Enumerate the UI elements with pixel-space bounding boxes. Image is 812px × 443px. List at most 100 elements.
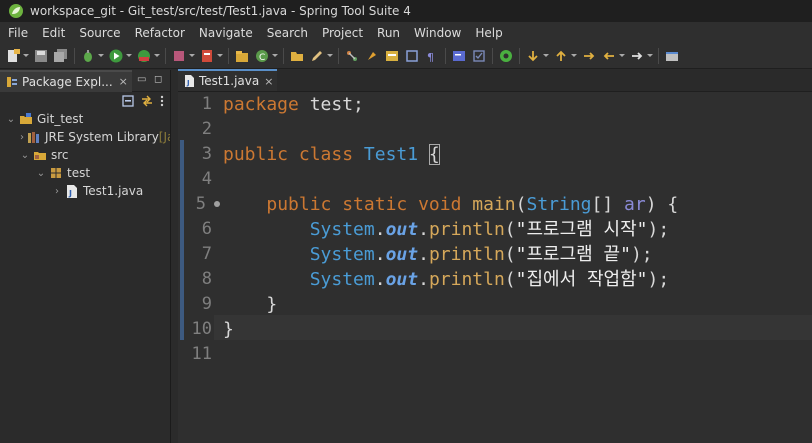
chevron-down-icon[interactable]: ⌄	[20, 150, 30, 161]
pin-icon[interactable]	[364, 48, 380, 64]
menu-navigate[interactable]: Navigate	[195, 26, 263, 40]
code-token: println	[428, 269, 505, 290]
code-token: (	[515, 194, 527, 215]
debug-icon[interactable]	[80, 48, 96, 64]
run-icon[interactable]	[108, 48, 124, 64]
tasks-icon[interactable]	[471, 48, 487, 64]
search-icon[interactable]	[404, 48, 420, 64]
code-token: }	[223, 319, 234, 340]
chevron-right-icon[interactable]: ›	[20, 132, 24, 143]
collapse-all-icon[interactable]	[122, 95, 134, 107]
new-java-project-icon[interactable]	[234, 48, 250, 64]
current-line-highlight	[214, 315, 812, 340]
code-token: (	[504, 244, 516, 265]
coverage-icon[interactable]	[136, 48, 152, 64]
svg-text:C: C	[259, 53, 265, 63]
code-token: package	[223, 94, 299, 115]
back-icon[interactable]	[601, 48, 617, 64]
menu-project[interactable]: Project	[318, 26, 373, 40]
new-class-dropdown-arrow[interactable]	[272, 48, 278, 64]
save-all-icon[interactable]	[53, 48, 69, 64]
tree-item-label: Test1.java	[83, 184, 144, 198]
close-icon[interactable]: ×	[119, 75, 128, 88]
menu-window[interactable]: Window	[410, 26, 471, 40]
menu-file[interactable]: File	[4, 26, 38, 40]
code-token: (	[504, 269, 516, 290]
next-annotation-icon[interactable]	[525, 48, 541, 64]
minimize-icon[interactable]: ▭	[137, 74, 146, 85]
code-token: );	[630, 244, 653, 265]
code-token: out	[385, 219, 419, 240]
close-icon[interactable]: ×	[264, 75, 273, 88]
pencil-dropdown-arrow[interactable]	[327, 48, 333, 64]
toolbar-separator	[165, 47, 166, 64]
forward-dropdown-arrow[interactable]	[647, 48, 653, 64]
chevron-down-icon[interactable]: ⌄	[6, 114, 16, 125]
toolbar-separator	[283, 47, 284, 64]
open-folder-icon[interactable]	[289, 48, 305, 64]
tree-item-jre-system-library[interactable]: › JRE System Library [Ja	[0, 128, 170, 146]
new-icon[interactable]	[5, 48, 21, 64]
chevron-right-icon[interactable]: ›	[52, 186, 62, 197]
package-tree: ⌄ Git_test › JRE System Library [Ja ⌄ sr…	[0, 110, 170, 200]
tree-item-git-test[interactable]: ⌄ Git_test	[0, 110, 170, 128]
tree-item-test1-java[interactable]: › J Test1.java	[0, 182, 170, 200]
console-icon[interactable]	[451, 48, 467, 64]
code-token: ) {	[645, 194, 679, 215]
prev-annotation-icon[interactable]	[553, 48, 569, 64]
toolbar-separator	[492, 47, 493, 64]
perspective-icon[interactable]	[664, 48, 680, 64]
server-icon[interactable]	[199, 48, 215, 64]
menu-run[interactable]: Run	[373, 26, 410, 40]
last-edit-icon[interactable]	[581, 48, 597, 64]
line-number: 2	[201, 119, 212, 139]
forward-icon[interactable]	[629, 48, 645, 64]
paragraph-icon[interactable]: ¶	[424, 48, 440, 64]
link-with-editor-icon[interactable]	[141, 95, 153, 107]
code-token: main	[472, 194, 516, 215]
prev-annotation-dropdown-arrow[interactable]	[571, 48, 577, 64]
stop-dropdown-arrow[interactable]	[189, 48, 195, 64]
save-icon[interactable]	[33, 48, 49, 64]
server-dropdown-arrow[interactable]	[217, 48, 223, 64]
tab-package-explorer[interactable]: Package Expl... ×	[0, 69, 132, 92]
pencil-icon[interactable]	[309, 48, 325, 64]
spring-boot-icon[interactable]	[498, 48, 514, 64]
tree-item-src[interactable]: ⌄ src	[0, 146, 170, 164]
tree-item-label: JRE System Library	[45, 130, 159, 144]
stop-icon[interactable]	[171, 48, 187, 64]
menu-help[interactable]: Help	[471, 26, 512, 40]
view-menu-icon[interactable]	[160, 95, 164, 107]
menu-refactor[interactable]: Refactor	[131, 26, 195, 40]
code-line-1: package test;	[223, 92, 364, 117]
open-type-icon[interactable]	[384, 48, 400, 64]
package-explorer-panel: Package Expl... × ▭ ◻ ⌄ Git_test › JRE S…	[0, 69, 171, 443]
java-file-icon: J	[185, 75, 194, 87]
code-token: "프로그램 끝"	[515, 244, 631, 265]
git-icon[interactable]	[344, 48, 360, 64]
maximize-icon[interactable]: ◻	[154, 74, 162, 85]
code-token: .	[418, 269, 429, 290]
menu-source[interactable]: Source	[75, 26, 130, 40]
fold-marker-icon[interactable]	[214, 201, 220, 207]
menu-search[interactable]: Search	[263, 26, 318, 40]
back-dropdown-arrow[interactable]	[619, 48, 625, 64]
run-dropdown-arrow[interactable]	[126, 48, 132, 64]
debug-dropdown-arrow[interactable]	[98, 48, 104, 64]
new-class-icon[interactable]: C	[254, 48, 270, 64]
code-area[interactable]: 1 2 3 4 5 6 7 8 9 10 11 package test; pu…	[178, 92, 812, 443]
code-token: ar	[624, 194, 646, 215]
coverage-dropdown-arrow[interactable]	[154, 48, 160, 64]
chevron-down-icon[interactable]: ⌄	[36, 168, 46, 179]
code-line-9: }	[223, 292, 277, 317]
menu-edit[interactable]: Edit	[38, 26, 75, 40]
new-dropdown-arrow[interactable]	[23, 48, 29, 64]
java-file-icon: J	[65, 184, 79, 198]
tree-item-test[interactable]: ⌄ test	[0, 164, 170, 182]
next-annotation-dropdown-arrow[interactable]	[543, 48, 549, 64]
code-token: public static void	[266, 194, 462, 215]
tab-test1-java[interactable]: J Test1.java ×	[178, 69, 278, 91]
toolbar-separator	[228, 47, 229, 64]
